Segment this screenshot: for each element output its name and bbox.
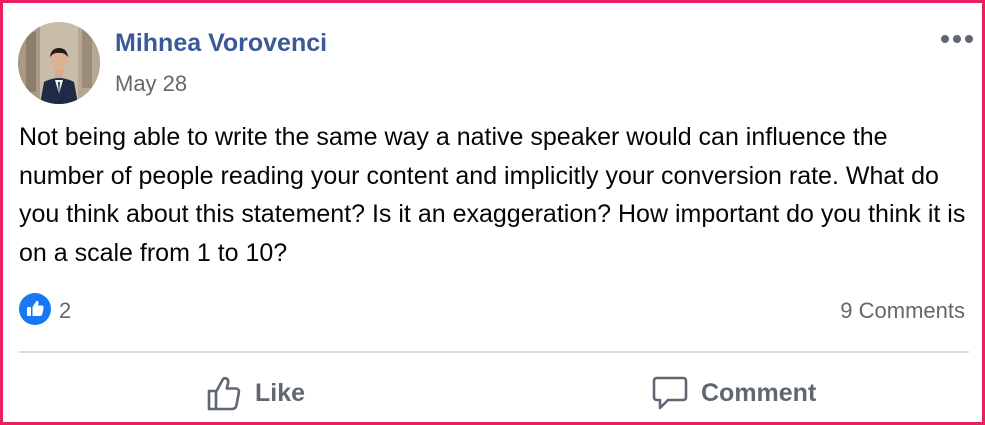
post-card: Mihnea Vorovenci May 28 Not being able t… bbox=[0, 0, 985, 425]
comments-count-link[interactable]: 9 Comments bbox=[840, 298, 965, 324]
thumbs-up-icon bbox=[207, 376, 241, 411]
divider bbox=[19, 351, 969, 353]
more-dot bbox=[941, 35, 949, 43]
more-options-icon[interactable] bbox=[941, 31, 981, 47]
like-button[interactable]: Like bbox=[205, 371, 305, 415]
comment-button-label: Comment bbox=[701, 378, 817, 407]
like-reaction-icon[interactable] bbox=[19, 293, 51, 325]
post-date[interactable]: May 28 bbox=[115, 71, 187, 97]
post-text: Not being able to write the same way a n… bbox=[19, 123, 966, 267]
avatar-photo bbox=[18, 22, 100, 104]
more-dot bbox=[965, 35, 973, 43]
comment-bubble-icon bbox=[652, 376, 688, 410]
like-button-label: Like bbox=[255, 378, 306, 407]
more-dot bbox=[953, 35, 961, 43]
avatar[interactable] bbox=[18, 22, 100, 104]
like-count[interactable]: 2 bbox=[59, 298, 71, 324]
author-name[interactable]: Mihnea Vorovenci bbox=[115, 29, 327, 58]
comment-button[interactable]: Comment bbox=[651, 371, 816, 415]
